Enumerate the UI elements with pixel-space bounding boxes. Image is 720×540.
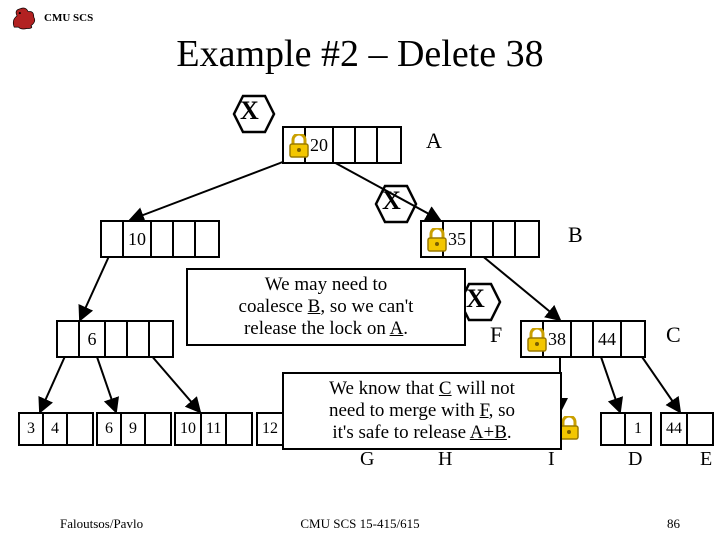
node-l1-right-k0: 35 [444,222,472,256]
lock-icon-b [426,228,448,257]
node-l1-right-p2 [516,222,538,256]
label-a: A [426,128,442,154]
leaf-3-b: 11 [202,414,227,444]
leaf-2-a: 6 [98,414,122,444]
label-d: D [628,448,642,471]
note-release-l2: need to merge with F, so [294,400,550,422]
node-root-p2 [378,128,400,162]
node-l2-left: 6 [56,320,174,358]
note-release-l3: it's safe to release A+B. [294,422,550,444]
footer-page: 86 [667,516,680,532]
lock-icon-c [526,328,548,357]
leaf-2-b: 9 [122,414,146,444]
note-coalesce-l1: We may need to [198,274,454,296]
leaf-2: 6 9 [96,412,172,446]
node-l2-right-k0: 38 [544,322,572,356]
node-l1-right-p1 [472,222,494,256]
leaf-7-a [602,414,626,444]
label-b: B [568,222,583,248]
mark-x-root-text: X [240,96,259,125]
node-l2-right-p2 [622,322,644,356]
label-g: G [360,448,374,471]
node-l1-left-k1 [174,222,196,256]
header: CMU SCS [10,6,93,30]
mark-x-c: X [466,284,485,314]
leaf-3-c [227,414,251,444]
node-l2-left-k0: 6 [80,322,106,356]
node-l2-right-p1 [572,322,594,356]
footer-course: CMU SCS 15-415/615 [0,516,720,532]
node-l2-right-k1: 44 [594,322,622,356]
leaf-7-b: 1 [626,414,650,444]
label-c: C [666,322,681,348]
lock-icon-root [288,134,310,163]
leaf-1: 3 4 [18,412,94,446]
leaf-2-c [146,414,170,444]
note-coalesce: We may need to coalesce B, so we can't r… [186,268,466,346]
leaf-8-a: 44 [662,414,688,444]
note-coalesce-l3: release the lock on A. [198,318,454,340]
leaf-8-b [688,414,712,444]
leaf-3-a: 10 [176,414,202,444]
leaf-8: 44 [660,412,714,446]
node-root-p1 [334,128,356,162]
page-title: Example #2 – Delete 38 [0,32,720,76]
node-l1-right-k1 [494,222,516,256]
label-i: I [548,448,555,471]
label-f: F [490,322,502,348]
node-root-k1 [356,128,378,162]
slide: CMU SCS Example #2 – Delete 38 20 [0,0,720,540]
note-coalesce-l2: coalesce B, so we can't [198,296,454,318]
leaf-7: 1 [600,412,652,446]
node-l1-left-p0 [102,222,124,256]
leaf-4-a: 12 [258,414,282,444]
node-root-k0: 20 [306,128,334,162]
label-h: H [438,448,452,471]
note-release-l1: We know that C will not [294,378,550,400]
label-e: E [700,448,712,471]
node-l1-left-k0: 10 [124,222,152,256]
leaf-1-b: 4 [44,414,68,444]
node-l1-left: 10 [100,220,220,258]
leaf-3: 10 11 [174,412,253,446]
mark-x-c-text: X [466,284,485,313]
node-l2-left-k1 [128,322,150,356]
leaf-4: 12 [256,412,284,446]
header-org: CMU SCS [44,12,93,24]
node-l2-left-p1 [106,322,128,356]
mark-x-b-text: X [382,186,401,215]
mark-x-b: X [382,186,401,216]
mark-x-root: X [240,96,259,126]
cmu-logo-icon [10,6,38,30]
node-l2-left-p2 [150,322,172,356]
leaf-1-c [68,414,92,444]
node-l1-left-p1 [152,222,174,256]
leaf-1-a: 3 [20,414,44,444]
node-l1-left-p2 [196,222,218,256]
note-release: We know that C will not need to merge wi… [282,372,562,450]
node-l2-left-p0 [58,322,80,356]
